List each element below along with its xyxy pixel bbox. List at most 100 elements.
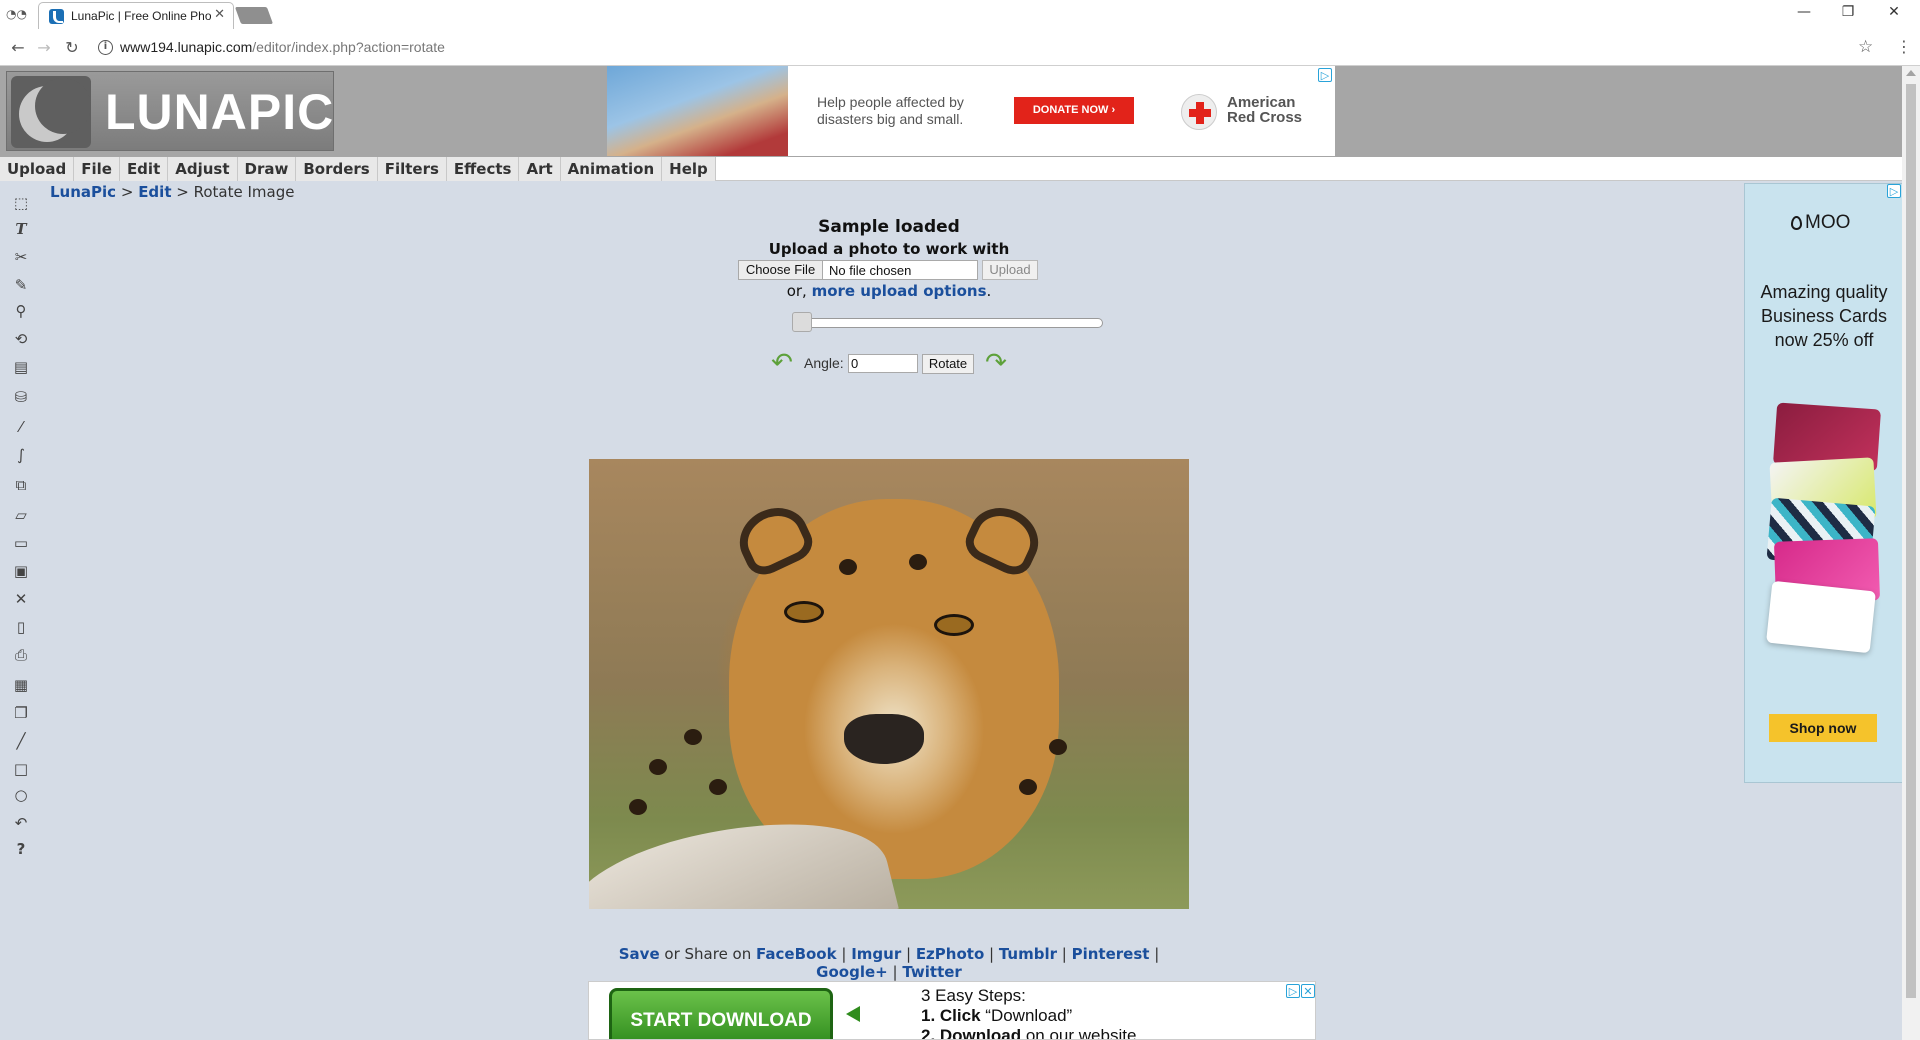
menu-art[interactable]: Art xyxy=(519,157,561,181)
save-icon[interactable]: ▣ xyxy=(10,560,32,582)
editor-image[interactable] xyxy=(589,459,1189,909)
lunapic-logo[interactable]: LUNAPIC xyxy=(6,71,334,151)
browser-menu-icon[interactable]: ⋮ xyxy=(1896,37,1912,56)
more-upload-options-link[interactable]: more upload options xyxy=(812,282,987,300)
rotate-right-icon[interactable]: ↷ xyxy=(980,350,1012,376)
ad-organization: American Red Cross xyxy=(1227,95,1302,125)
new-document-icon[interactable]: ▯ xyxy=(10,616,32,638)
rotate-slider-thumb[interactable] xyxy=(792,312,812,332)
menu-edit[interactable]: Edit xyxy=(119,157,169,181)
upload-status: Sample loaded xyxy=(818,217,960,237)
adchoices-icon[interactable]: ▷ xyxy=(1887,184,1901,198)
address-bar: ← → ↻ i www194.lunapic.com/editor/index.… xyxy=(0,29,1920,66)
rotate-icon[interactable]: ⟲ xyxy=(10,328,32,350)
brush-icon[interactable]: ∫ xyxy=(10,444,32,466)
undo-icon[interactable]: ↶ xyxy=(10,812,32,834)
eraser-icon[interactable]: ▱ xyxy=(10,504,32,526)
help-icon[interactable]: ? xyxy=(10,838,32,860)
breadcrumb-edit-link[interactable]: Edit xyxy=(138,183,171,201)
menu-draw[interactable]: Draw xyxy=(237,157,297,181)
zoom-icon[interactable]: ⚲ xyxy=(10,300,32,322)
bookmark-star-icon[interactable]: ☆ xyxy=(1858,37,1873,57)
file-input[interactable]: Choose File No file chosen xyxy=(738,260,978,280)
rotate-left-icon[interactable]: ↶ xyxy=(766,350,798,376)
ad-step-2: 2. Download on our website xyxy=(921,1026,1136,1039)
menu-adjust[interactable]: Adjust xyxy=(168,157,238,181)
browser-tab[interactable]: LunaPic | Free Online Pho ✕ xyxy=(38,2,234,29)
back-icon[interactable]: ← xyxy=(8,38,28,57)
share-facebook-link[interactable]: FaceBook xyxy=(756,945,837,963)
menu-borders[interactable]: Borders xyxy=(296,157,378,181)
share-ezphoto-link[interactable]: EzPhoto xyxy=(916,945,984,963)
paste-icon[interactable]: ▦ xyxy=(10,674,32,696)
line-icon[interactable]: ╱ xyxy=(10,730,32,752)
site-info-icon[interactable]: i xyxy=(98,40,113,55)
share-twitter-link[interactable]: Twitter xyxy=(902,963,962,981)
pencil-icon[interactable]: ✎ xyxy=(10,274,32,296)
text-tool-icon[interactable]: T xyxy=(10,218,32,240)
shop-now-button[interactable]: Shop now xyxy=(1769,714,1877,742)
rotate-slider-track[interactable] xyxy=(795,318,1103,328)
save-link[interactable]: Save xyxy=(619,945,660,963)
rectangle-icon[interactable]: □ xyxy=(10,758,32,780)
ad-close-icon[interactable]: ✕ xyxy=(1301,984,1315,998)
breadcrumb-separator: > xyxy=(116,183,139,201)
scrollbar-thumb[interactable] xyxy=(1906,84,1916,998)
cheetah-nose xyxy=(844,714,924,764)
select-icon[interactable]: ⬚ xyxy=(10,192,32,214)
share-tumblr-link[interactable]: Tumblr xyxy=(999,945,1057,963)
angle-input[interactable]: 0 xyxy=(848,354,918,373)
window-close-icon[interactable]: ✕ xyxy=(1884,4,1904,20)
start-download-button[interactable]: START DOWNLOAD xyxy=(609,988,833,1039)
rotate-button[interactable]: Rotate xyxy=(922,354,974,374)
restore-icon[interactable]: ❐ xyxy=(1838,4,1858,20)
minimize-icon[interactable]: — xyxy=(1794,4,1814,20)
moo-logo: MOO xyxy=(1791,212,1850,234)
eyedropper-icon[interactable]: ⁄ xyxy=(10,416,32,438)
moo-brand: MOO xyxy=(1805,212,1851,233)
share-imgur-link[interactable]: Imgur xyxy=(851,945,901,963)
page-scrollbar[interactable] xyxy=(1902,66,1920,1040)
menu-file[interactable]: File xyxy=(74,157,120,181)
reload-icon[interactable]: ↻ xyxy=(62,38,82,57)
bottom-banner-ad[interactable]: START DOWNLOAD 3 Easy Steps: 1. Click “D… xyxy=(588,981,1316,1040)
paint-bucket-icon[interactable]: ⛁ xyxy=(10,386,32,408)
side-banner-ad[interactable]: ▷ MOO Amazing quality Business Cards now… xyxy=(1744,183,1904,783)
breadcrumb-current: Rotate Image xyxy=(193,183,295,201)
adchoices-icon[interactable]: ▷ xyxy=(1286,984,1300,998)
menu-effects[interactable]: Effects xyxy=(446,157,520,181)
incognito-icon[interactable]: ◔◔ xyxy=(6,7,27,21)
choose-file-button[interactable]: Choose File xyxy=(739,261,823,279)
tab-title: LunaPic | Free Online Pho xyxy=(71,9,211,23)
menu-filters[interactable]: Filters xyxy=(377,157,447,181)
top-banner-ad[interactable]: Help people affected by disasters big an… xyxy=(607,66,1335,156)
upload-button[interactable]: Upload xyxy=(982,260,1038,280)
tab-close-icon[interactable]: ✕ xyxy=(214,7,225,22)
close-icon[interactable]: ✕ xyxy=(10,588,32,610)
spot xyxy=(909,554,927,570)
adchoices-icon[interactable]: ▷ xyxy=(1318,68,1332,82)
donate-now-button[interactable]: DONATE NOW › xyxy=(1014,97,1134,124)
menu-help[interactable]: Help xyxy=(662,157,716,181)
menu-upload[interactable]: Upload xyxy=(0,157,75,181)
print-icon[interactable]: ⎙ xyxy=(10,644,32,666)
breadcrumb-home-link[interactable]: LunaPic xyxy=(50,183,116,201)
open-folder-icon[interactable]: ▭ xyxy=(10,532,32,554)
menu-animation[interactable]: Animation xyxy=(560,157,663,181)
ad-steps-title: 3 Easy Steps: xyxy=(921,986,1026,1005)
new-tab-button[interactable] xyxy=(234,7,274,24)
no-file-label: No file chosen xyxy=(829,263,912,278)
share-pinterest-link[interactable]: Pinterest xyxy=(1072,945,1150,963)
share-on-text: or Share on xyxy=(659,945,757,963)
scissors-icon[interactable]: ✂ xyxy=(10,246,32,268)
circle-icon[interactable]: ○ xyxy=(10,784,32,806)
copy-icon[interactable]: ❐ xyxy=(10,702,32,724)
scroll-up-icon[interactable] xyxy=(1906,70,1916,76)
spot xyxy=(629,799,647,815)
url-field[interactable]: i www194.lunapic.com/editor/index.php?ac… xyxy=(94,35,1874,61)
share-googleplus-link[interactable]: Google+ xyxy=(816,963,888,981)
gradient-icon[interactable]: ▤ xyxy=(10,356,32,378)
forward-icon[interactable]: → xyxy=(34,38,54,57)
crop-icon[interactable]: ⧉ xyxy=(10,474,32,496)
share-separator: | xyxy=(984,945,999,963)
